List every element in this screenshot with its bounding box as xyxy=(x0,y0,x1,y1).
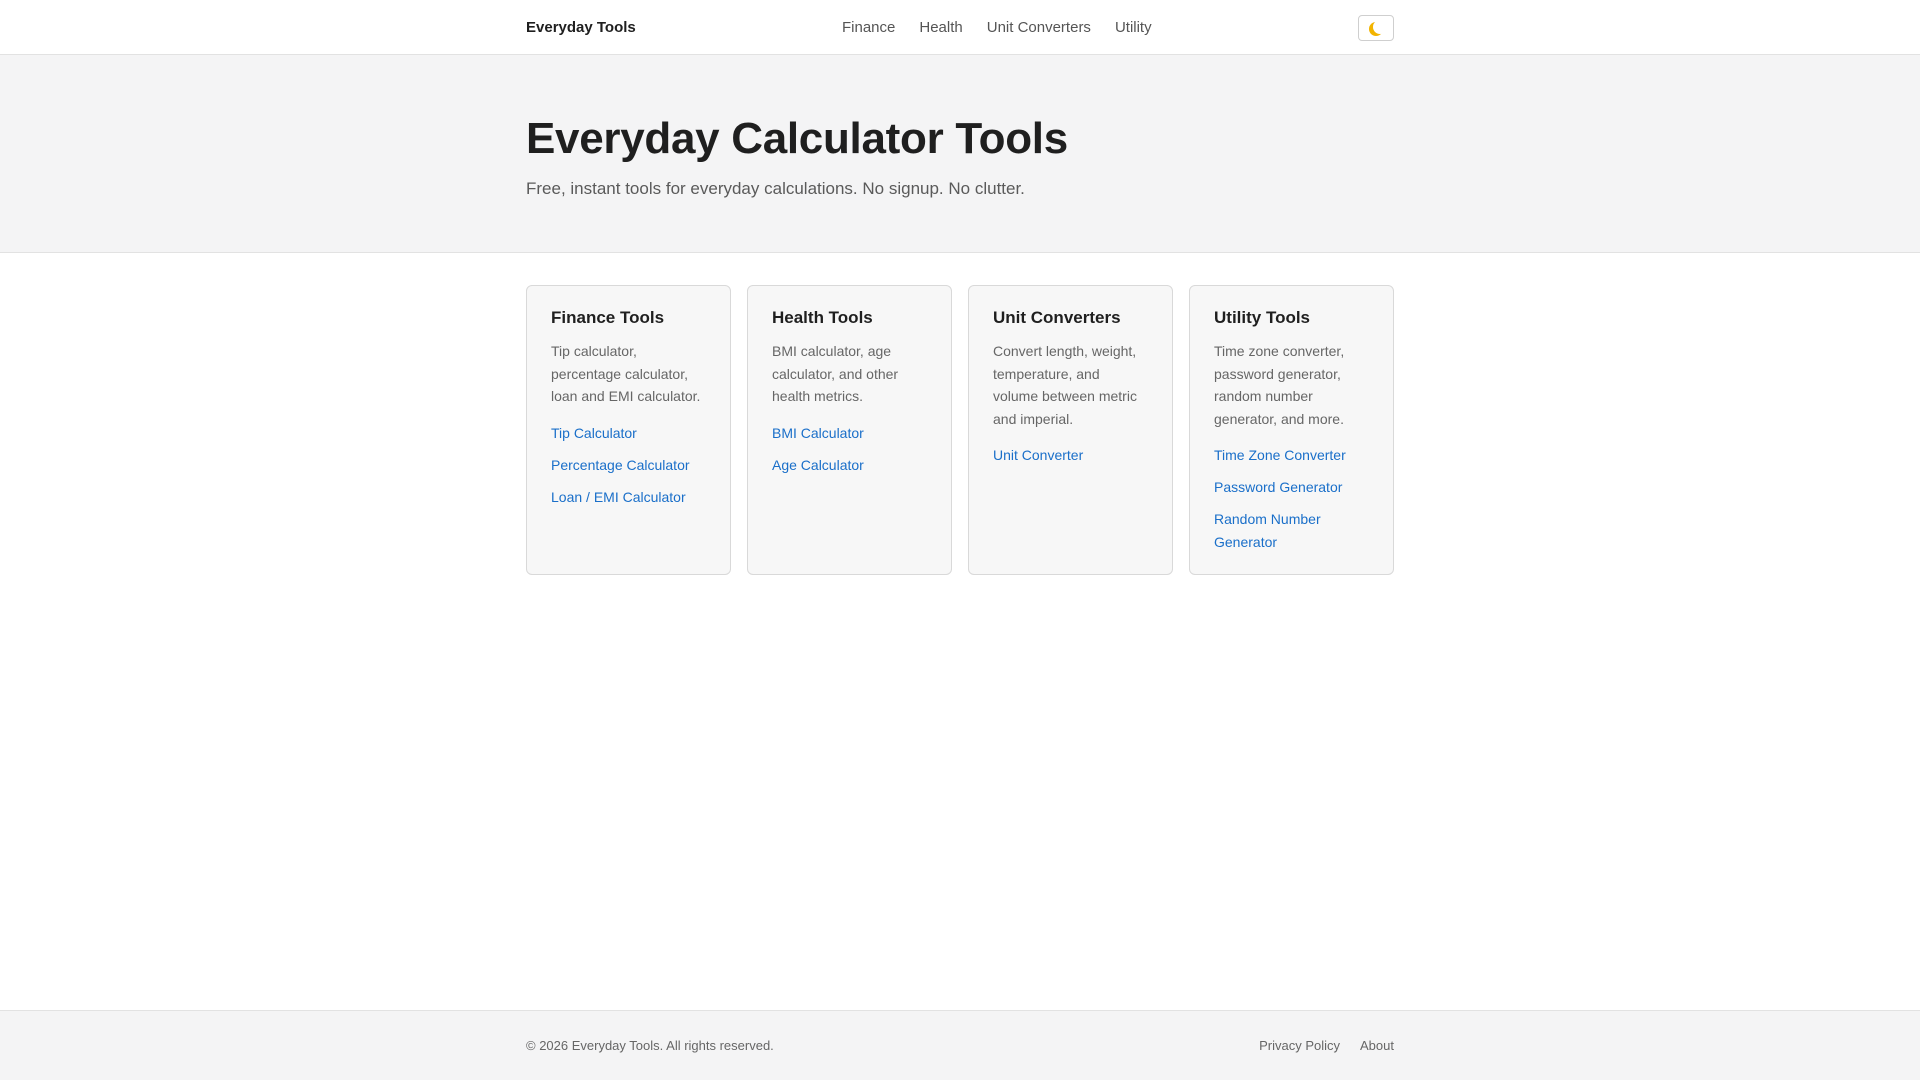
site-header: Everyday Tools Finance Health Unit Conve… xyxy=(0,0,1920,55)
card-description: Tip calculator, percentage calculator, l… xyxy=(551,343,701,404)
card-link-list: Time Zone Converter Password Generator R… xyxy=(1214,444,1369,554)
card-unit-converters: Unit Converters Convert length, weight, … xyxy=(968,285,1173,575)
theme-toggle-button[interactable] xyxy=(1358,15,1394,41)
card-description: BMI calculator, age calculator, and othe… xyxy=(772,343,899,404)
nav-link-unit-converters[interactable]: Unit Converters xyxy=(987,19,1091,36)
page-title: Everyday Calculator Tools xyxy=(526,114,1068,163)
card-description: Time zone converter, password generator,… xyxy=(1214,343,1345,427)
link-loan-emi-calculator[interactable]: Loan / EMI Calculator xyxy=(551,489,686,505)
card-finance-tools: Finance Tools Tip calculator, percentage… xyxy=(526,285,731,575)
main-content: Finance Tools Tip calculator, percentage… xyxy=(526,285,1394,575)
card-title: Utility Tools xyxy=(1214,308,1311,327)
nav-link-health[interactable]: Health xyxy=(919,19,962,36)
nav-link-utility[interactable]: Utility xyxy=(1115,19,1152,36)
card-health-tools: Health Tools BMI calculator, age calcula… xyxy=(747,285,952,575)
link-random-number-generator[interactable]: Random Number Generator xyxy=(1214,511,1321,550)
footer-link-privacy-policy[interactable]: Privacy Policy xyxy=(1259,1038,1340,1053)
card-title: Finance Tools xyxy=(551,308,665,327)
moon-icon xyxy=(1373,20,1387,34)
card-title: Health Tools xyxy=(772,308,873,327)
copyright-text: © 2026 Everyday Tools. All rights reserv… xyxy=(526,1037,774,1053)
card-link-list: BMI Calculator Age Calculator xyxy=(772,422,927,477)
link-bmi-calculator[interactable]: BMI Calculator xyxy=(772,425,864,441)
card-link-list: Unit Converter xyxy=(993,444,1148,467)
site-footer: © 2026 Everyday Tools. All rights reserv… xyxy=(0,1010,1920,1080)
tool-card-grid: Finance Tools Tip calculator, percentage… xyxy=(526,285,1394,575)
hero-section: Everyday Calculator Tools Free, instant … xyxy=(0,55,1920,253)
footer-link-about[interactable]: About xyxy=(1360,1038,1394,1053)
brand-logo-link[interactable]: Everyday Tools xyxy=(526,19,636,36)
card-description: Convert length, weight, temperature, and… xyxy=(993,343,1137,427)
card-utility-tools: Utility Tools Time zone converter, passw… xyxy=(1189,285,1394,575)
card-link-list: Tip Calculator Percentage Calculator Loa… xyxy=(551,422,706,509)
link-unit-converter[interactable]: Unit Converter xyxy=(993,447,1083,463)
page-subtitle: Free, instant tools for everyday calcula… xyxy=(526,179,1025,199)
footer-links: Privacy Policy About xyxy=(1259,1038,1394,1053)
main-nav: Finance Health Unit Converters Utility xyxy=(842,0,1152,55)
card-title: Unit Converters xyxy=(993,308,1121,327)
link-time-zone-converter[interactable]: Time Zone Converter xyxy=(1214,447,1346,463)
nav-link-finance[interactable]: Finance xyxy=(842,19,895,36)
link-tip-calculator[interactable]: Tip Calculator xyxy=(551,425,637,441)
link-percentage-calculator[interactable]: Percentage Calculator xyxy=(551,457,690,473)
link-age-calculator[interactable]: Age Calculator xyxy=(772,457,864,473)
link-password-generator[interactable]: Password Generator xyxy=(1214,479,1342,495)
